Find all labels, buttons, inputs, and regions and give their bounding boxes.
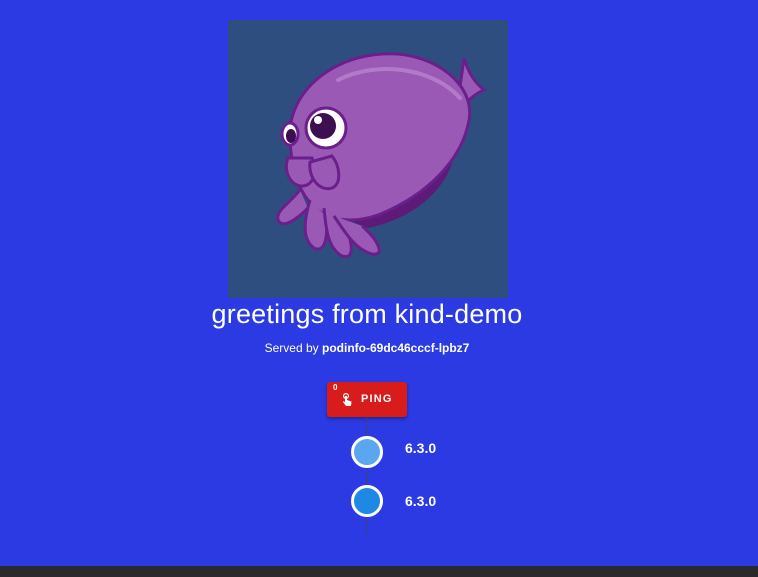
timeline-dot <box>351 436 383 468</box>
served-by-text: Served by podinfo-69dc46cccf-lpbz7 <box>0 340 734 356</box>
ping-label: PING <box>361 393 393 405</box>
version-label: 6.3.0 <box>405 440 437 456</box>
timeline-line <box>366 417 367 535</box>
ping-button[interactable]: 0 PING <box>327 382 407 417</box>
touch-app-icon <box>341 392 353 407</box>
pod-hostname: podinfo-69dc46cccf-lpbz7 <box>322 341 470 355</box>
page-title: greetings from kind-demo <box>211 299 523 329</box>
timeline-dot <box>351 485 383 517</box>
bottom-bar <box>0 566 758 577</box>
podinfo-page: greetings from kind-demo Served by podin… <box>0 0 758 577</box>
cuttlefish-mascot-icon <box>228 20 508 298</box>
ping-count-badge: 0 <box>333 383 338 392</box>
served-by-label: Served by <box>264 341 319 355</box>
version-label: 6.3.0 <box>405 493 437 509</box>
